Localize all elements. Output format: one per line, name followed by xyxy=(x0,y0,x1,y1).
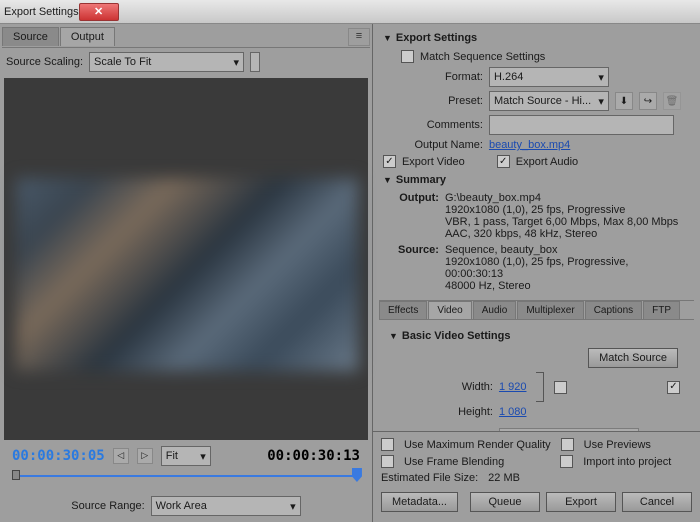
format-label: Format: xyxy=(383,71,483,83)
tab-ftp[interactable]: FTP xyxy=(643,301,680,319)
source-scaling-label: Source Scaling: xyxy=(6,56,83,68)
import-preset-icon[interactable]: ↪ xyxy=(639,92,657,110)
width-label: Width: xyxy=(393,381,493,393)
close-button[interactable]: ✕ xyxy=(79,3,119,21)
frame-blending-checkbox[interactable] xyxy=(381,455,394,468)
summary-output-text: G:\beauty_box.mp4 1920x1080 (1,0), 25 fp… xyxy=(445,192,684,240)
match-source-button[interactable]: Match Source xyxy=(588,348,678,368)
disclose-triangle-icon: ▼ xyxy=(383,33,392,43)
in-point-handle[interactable] xyxy=(12,470,20,480)
format-select[interactable]: H.264 xyxy=(489,67,609,87)
height-value[interactable]: 1 080 xyxy=(499,406,527,418)
estimated-size-label: Estimated File Size: xyxy=(381,472,478,484)
tab-multiplexer[interactable]: Multiplexer xyxy=(517,301,583,319)
framerate-select[interactable]: 25 xyxy=(499,428,639,431)
tab-effects[interactable]: Effects xyxy=(379,301,427,319)
frame-blending-label: Use Frame Blending xyxy=(404,456,504,468)
next-frame-button[interactable]: ▷ xyxy=(137,448,153,464)
cancel-button[interactable]: Cancel xyxy=(622,492,692,512)
titlebar: Export Settings ✕ xyxy=(0,0,700,24)
link-checkbox[interactable] xyxy=(554,381,567,394)
import-project-label: Import into project xyxy=(583,456,671,468)
basic-video-heading[interactable]: ▼ Basic Video Settings xyxy=(389,326,684,346)
tab-audio[interactable]: Audio xyxy=(473,301,517,319)
tab-source[interactable]: Source xyxy=(2,27,59,46)
left-panel: Source Output ≡ Source Scaling: Scale To… xyxy=(0,24,373,522)
import-project-checkbox[interactable] xyxy=(560,455,573,468)
export-video-checkbox[interactable]: ✓ xyxy=(383,155,396,168)
disclose-triangle-icon: ▼ xyxy=(383,175,392,185)
tab-output[interactable]: Output xyxy=(60,27,115,46)
window-title: Export Settings xyxy=(4,6,79,18)
duration-timecode: 00:00:30:13 xyxy=(267,448,360,464)
output-name-label: Output Name: xyxy=(383,139,483,151)
max-quality-checkbox[interactable] xyxy=(381,438,394,451)
output-name-link[interactable]: beauty_box.mp4 xyxy=(489,139,570,151)
save-preset-icon[interactable]: ⬇ xyxy=(615,92,633,110)
timeline-slider[interactable] xyxy=(12,470,360,482)
use-previews-label: Use Previews xyxy=(584,439,651,451)
metadata-button[interactable]: Metadata... xyxy=(381,492,458,512)
match-sequence-label: Match Sequence Settings xyxy=(420,51,545,63)
source-scaling-select[interactable]: Scale To Fit xyxy=(89,52,244,72)
current-timecode[interactable]: 00:00:30:05 xyxy=(12,448,105,464)
preview-area xyxy=(4,78,368,440)
summary-output-label: Output: xyxy=(389,192,445,240)
match-sequence-checkbox[interactable] xyxy=(401,50,414,63)
use-previews-checkbox[interactable] xyxy=(561,438,574,451)
width-match-checkbox[interactable]: ✓ xyxy=(667,381,680,394)
delete-preset-icon[interactable]: 🗑 xyxy=(663,92,681,110)
export-settings-heading[interactable]: ▼ Export Settings xyxy=(379,28,694,48)
preset-select[interactable]: Match Source - Hi... xyxy=(489,91,609,111)
tab-captions[interactable]: Captions xyxy=(585,301,642,319)
export-video-label: Export Video xyxy=(402,156,465,168)
comments-label: Comments: xyxy=(383,119,483,131)
summary-source-label: Source: xyxy=(389,244,445,292)
summary-heading[interactable]: ▼ Summary xyxy=(379,170,694,190)
preset-label: Preset: xyxy=(383,95,483,107)
bottom-panel: Use Maximum Render Quality Use Previews … xyxy=(373,431,700,522)
disclose-triangle-icon: ▼ xyxy=(389,331,398,341)
export-audio-checkbox[interactable]: ✓ xyxy=(497,155,510,168)
comments-input[interactable] xyxy=(489,115,674,135)
source-range-select[interactable]: Work Area xyxy=(151,496,301,516)
link-dimensions-icon[interactable] xyxy=(536,372,544,402)
summary-source-text: Sequence, beauty_box 1920x1080 (1,0), 25… xyxy=(445,244,684,292)
source-range-label: Source Range: xyxy=(71,500,144,512)
panel-menu-icon[interactable]: ≡ xyxy=(348,28,370,46)
tab-video[interactable]: Video xyxy=(428,301,471,319)
export-audio-label: Export Audio xyxy=(516,156,578,168)
preview-image xyxy=(16,178,358,371)
estimated-size-value: 22 MB xyxy=(488,472,520,484)
prev-frame-button[interactable]: ◁ xyxy=(113,448,129,464)
zoom-select[interactable]: Fit xyxy=(161,446,211,466)
right-panel: ▼ Export Settings Match Sequence Setting… xyxy=(373,24,700,522)
playhead-icon[interactable] xyxy=(352,468,362,482)
queue-button[interactable]: Queue xyxy=(470,492,540,512)
crop-input[interactable] xyxy=(250,52,260,72)
export-button[interactable]: Export xyxy=(546,492,616,512)
max-quality-label: Use Maximum Render Quality xyxy=(404,439,551,451)
width-value[interactable]: 1 920 xyxy=(499,381,527,393)
height-label: Height: xyxy=(393,406,493,418)
